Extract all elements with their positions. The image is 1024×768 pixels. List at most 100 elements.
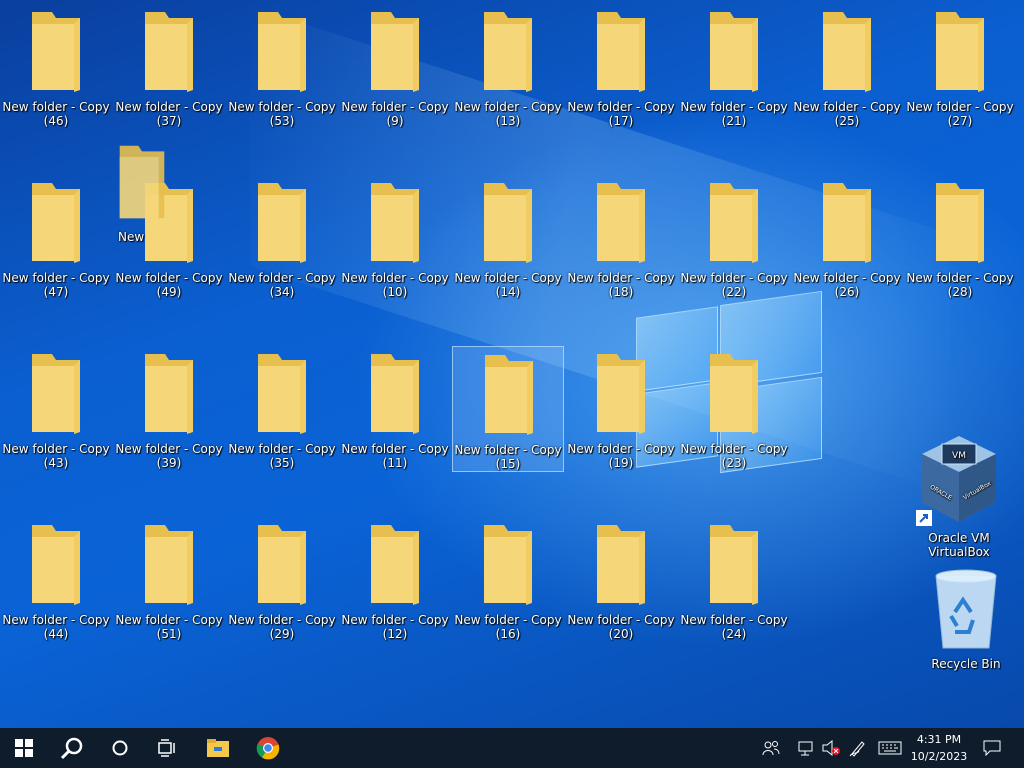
folder-icon: [371, 183, 419, 263]
folder-label-line2: (21): [721, 114, 747, 128]
file-explorer-taskbar-button[interactable]: [194, 728, 242, 768]
folder-label: New folder - Copy (20): [565, 613, 677, 641]
folder-25[interactable]: New folder - Copy (25): [791, 4, 903, 130]
folder-label-line1: New folder - Copy: [454, 613, 562, 627]
folder-19[interactable]: New folder - Copy (19): [565, 346, 677, 472]
network-button[interactable]: [796, 728, 818, 768]
folder-label: New folder - Copy (28): [904, 271, 1016, 299]
folder-label-line1: New folder - Copy: [906, 100, 1014, 114]
folder-16[interactable]: New folder - Copy (16): [452, 517, 564, 643]
folder-23[interactable]: New folder - Copy (23): [678, 346, 790, 472]
folder-icon: [597, 12, 645, 92]
folder-label: New folder - Copy (51): [113, 613, 225, 641]
folder-21[interactable]: New folder - Copy (21): [678, 4, 790, 130]
folder-icon: [710, 525, 758, 605]
folder-20[interactable]: New folder - Copy (20): [565, 517, 677, 643]
folder-label: New folder - Copy (9): [339, 100, 451, 128]
folder-label-line2: (14): [495, 285, 521, 299]
folder-icon: [484, 525, 532, 605]
clock[interactable]: 4:31 PM 10/2/2023: [906, 731, 972, 765]
folder-label: New folder - Copy (16): [452, 613, 564, 641]
folder-29[interactable]: New folder - Copy (29): [226, 517, 338, 643]
folder-icon: [484, 12, 532, 92]
folder-37[interactable]: New folder - Copy (37): [113, 4, 225, 130]
folder-44[interactable]: New folder - Copy (44): [0, 517, 112, 643]
task-view-button[interactable]: [144, 728, 192, 768]
folder-label-line2: (25): [834, 114, 860, 128]
virtualbox-shortcut[interactable]: VM ORACLE VirtualBox Oracle VM VirtualBo…: [909, 432, 1009, 559]
folder-11[interactable]: New folder - Copy (11): [339, 346, 451, 472]
folder-26[interactable]: New folder - Copy (26): [791, 175, 903, 301]
action-center-button[interactable]: [978, 728, 1006, 768]
folder-icon: [32, 183, 80, 263]
folder-label-line1: New folder - Copy: [115, 100, 223, 114]
folder-label-line1: New folder - Copy: [567, 442, 675, 456]
folder-18[interactable]: New folder - Copy (18): [565, 175, 677, 301]
pen-icon: [849, 741, 865, 757]
folder-label-line2: (35): [269, 456, 295, 470]
folder-label-line1: New folder - Copy: [680, 613, 788, 627]
volume-button[interactable]: [820, 728, 842, 768]
folder-22[interactable]: New folder - Copy (22): [678, 175, 790, 301]
folder-label: New folder - Copy (14): [452, 271, 564, 299]
folder-46[interactable]: New folder - Copy (46): [0, 4, 112, 130]
folder-icon: [597, 183, 645, 263]
folder-label: New folder - Copy (22): [678, 271, 790, 299]
folder-51[interactable]: New folder - Copy (51): [113, 517, 225, 643]
search-button[interactable]: [48, 728, 96, 768]
folder-label: New folder - Copy (27): [904, 100, 1016, 128]
folder-label-line1: New folder - Copy: [2, 271, 110, 285]
folder-label-line1: New folder - Copy: [228, 271, 336, 285]
folder-35[interactable]: New folder - Copy (35): [226, 346, 338, 472]
folder-53[interactable]: New folder - Copy (53): [226, 4, 338, 130]
folder-24[interactable]: New folder - Copy (24): [678, 517, 790, 643]
folder-13[interactable]: New folder - Copy (13): [452, 4, 564, 130]
folder-label: New folder - Copy (18): [565, 271, 677, 299]
pen-workspace-button[interactable]: [846, 728, 870, 768]
recycle-bin-label: Recycle Bin: [931, 657, 1001, 671]
folder-label-line1: New folder - Copy: [793, 100, 901, 114]
folder-label: New folder - Copy (37): [113, 100, 225, 128]
folder-47[interactable]: New folder - Copy (47): [0, 175, 112, 301]
folder-label: New folder - Copy (21): [678, 100, 790, 128]
folder-39[interactable]: New folder - Copy (39): [113, 346, 225, 472]
folder-label-line1: New folder - Copy: [115, 613, 223, 627]
folder-28[interactable]: New folder - Copy (28): [904, 175, 1016, 301]
folder-label-line2: (46): [43, 114, 69, 128]
people-button[interactable]: [758, 728, 784, 768]
folder-label-line1: New folder - Copy: [115, 442, 223, 456]
folder-14[interactable]: New folder - Copy (14): [452, 175, 564, 301]
folder-label: New folder - Copy (43): [0, 442, 112, 470]
folder-label-line1: New folder - Copy: [2, 442, 110, 456]
folder-icon: [371, 525, 419, 605]
folder-label-line1: New folder - Copy: [567, 613, 675, 627]
recycle-bin-icon: [935, 569, 997, 649]
network-icon: [798, 741, 813, 756]
folder-label: New folder - Copy (39): [113, 442, 225, 470]
folder-12[interactable]: New folder - Copy (12): [339, 517, 451, 643]
folder-9[interactable]: New folder - Copy (9): [339, 4, 451, 130]
folder-icon: [936, 12, 984, 92]
folder-icon: [710, 354, 758, 434]
folder-label: New folder - Copy (53): [226, 100, 338, 128]
recycle-bin[interactable]: Recycle Bin: [916, 568, 1016, 671]
folder-label-line1: New folder - Copy: [341, 442, 449, 456]
folder-34[interactable]: New folder - Copy (34): [226, 175, 338, 301]
folder-icon: [145, 354, 193, 434]
folder-10[interactable]: New folder - Copy (10): [339, 175, 451, 301]
folder-17[interactable]: New folder - Copy (17): [565, 4, 677, 130]
dragged-folder-icon: [119, 145, 165, 219]
folder-15[interactable]: New folder - Copy (15): [452, 346, 564, 472]
cortana-button[interactable]: [96, 728, 144, 768]
folder-label-line1: New folder - Copy: [2, 613, 110, 627]
folder-icon: [32, 525, 80, 605]
folder-label-line1: New folder - Copy: [793, 271, 901, 285]
folder-43[interactable]: New folder - Copy (43): [0, 346, 112, 472]
start-button[interactable]: [0, 728, 48, 768]
chrome-taskbar-button[interactable]: [244, 728, 292, 768]
folder-27[interactable]: New folder - Copy (27): [904, 4, 1016, 130]
folder-label-line2: (20): [608, 627, 634, 641]
folder-label: New folder - Copy (12): [339, 613, 451, 641]
touch-keyboard-button[interactable]: [876, 728, 904, 768]
folder-icon: [823, 12, 871, 92]
